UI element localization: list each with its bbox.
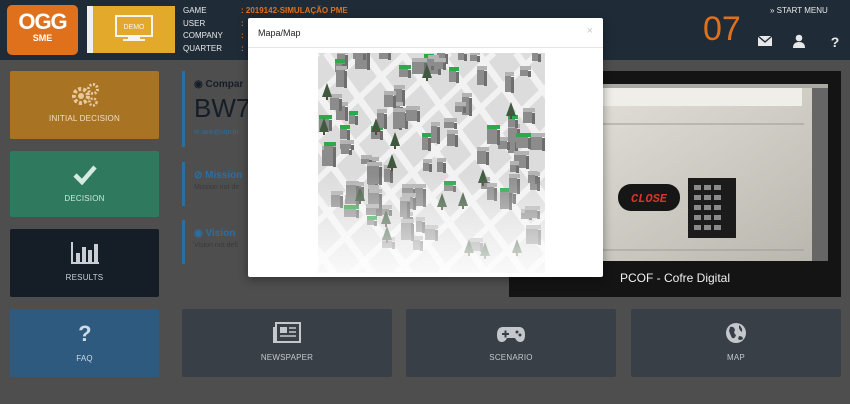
info-row-game: GAME : 2019142-SIMULAÇÃO PME xyxy=(183,5,348,18)
info-key: USER xyxy=(183,18,206,28)
initial-decision-label: INITIAL DECISION xyxy=(49,114,120,123)
svg-text:DEMO: DEMO xyxy=(124,24,146,31)
info-value: : 2019142-SIMULAÇÃO PME xyxy=(241,6,348,15)
results-tile[interactable]: RESULTS xyxy=(10,229,159,297)
info-key: GAME xyxy=(183,6,207,15)
info-value: : xyxy=(241,31,244,40)
close-icon[interactable]: × xyxy=(587,25,593,37)
gears-icon xyxy=(71,83,99,107)
info-value: : xyxy=(241,43,244,53)
info-value: : xyxy=(241,18,244,28)
demo-badge: DEMO xyxy=(87,6,175,53)
gamepad-icon xyxy=(497,327,525,342)
info-key: COMPANY xyxy=(183,31,223,40)
mission-card: ⊘ Mission Mission not de xyxy=(182,162,252,206)
svg-text:?: ? xyxy=(831,34,840,49)
mission-text: Mission not de xyxy=(194,184,240,191)
company-name: BW7 xyxy=(194,93,251,123)
initial-decision-tile[interactable]: INITIAL DECISION xyxy=(10,71,159,139)
user-icon[interactable] xyxy=(791,33,807,49)
vision-card: ◉ Vision Vision not defi xyxy=(182,220,252,264)
results-label: RESULTS xyxy=(65,273,104,282)
newspaper-tile[interactable]: NEWSPAPER xyxy=(182,309,392,377)
bar-chart-icon xyxy=(70,242,99,264)
map-label: MAP xyxy=(727,353,745,362)
newspaper-label: NEWSPAPER xyxy=(260,353,314,362)
scenario-tile[interactable]: SCENARIO xyxy=(406,309,616,377)
map-modal: Mapa/Map × xyxy=(248,18,603,277)
decision-label: DECISION xyxy=(64,194,105,203)
svg-text:?: ? xyxy=(78,321,92,345)
info-key: QUARTER xyxy=(183,43,222,53)
safe-display-text: CLOSE xyxy=(631,192,668,206)
quarter-counter: 07 xyxy=(703,10,741,48)
vision-text: Vision not defi xyxy=(194,242,238,249)
company-icon: ◉ xyxy=(194,79,206,90)
company-email[interactable]: ✉ abib@ufpr.br xyxy=(194,128,252,136)
help-icon[interactable]: ? xyxy=(827,33,843,49)
city-map-illustration xyxy=(318,53,545,273)
faq-label: FAQ xyxy=(76,354,93,363)
city-map-image xyxy=(318,53,545,273)
map-tile[interactable]: MAP xyxy=(631,309,841,377)
envelope-icon[interactable] xyxy=(757,33,773,49)
ogg-logo[interactable]: OGG SME xyxy=(7,5,78,55)
company-title: ◉ Compar xyxy=(194,79,244,90)
faq-tile[interactable]: ? FAQ xyxy=(10,309,159,377)
decision-tile[interactable]: DECISION xyxy=(10,151,159,217)
compass-icon: ⊘ xyxy=(194,170,206,181)
modal-header: Mapa/Map × xyxy=(248,18,603,48)
newspaper-icon xyxy=(273,322,301,343)
mission-title: ⊘ Mission xyxy=(194,170,243,181)
start-menu-link[interactable]: » START MENU xyxy=(770,6,828,15)
eye-icon: ◉ xyxy=(194,228,206,239)
question-icon: ? xyxy=(78,321,92,345)
vision-title: ◉ Vision xyxy=(194,228,236,239)
modal-title: Mapa/Map xyxy=(258,28,301,38)
company-card: ◉ Compar BW7 ✉ abib@ufpr.br xyxy=(182,71,252,147)
globe-icon xyxy=(726,323,746,343)
checkmark-icon xyxy=(72,165,97,185)
scenario-label: SCENARIO xyxy=(489,353,533,362)
demo-monitor-icon: DEMO xyxy=(115,15,153,41)
logo-main: OGG xyxy=(18,9,67,34)
